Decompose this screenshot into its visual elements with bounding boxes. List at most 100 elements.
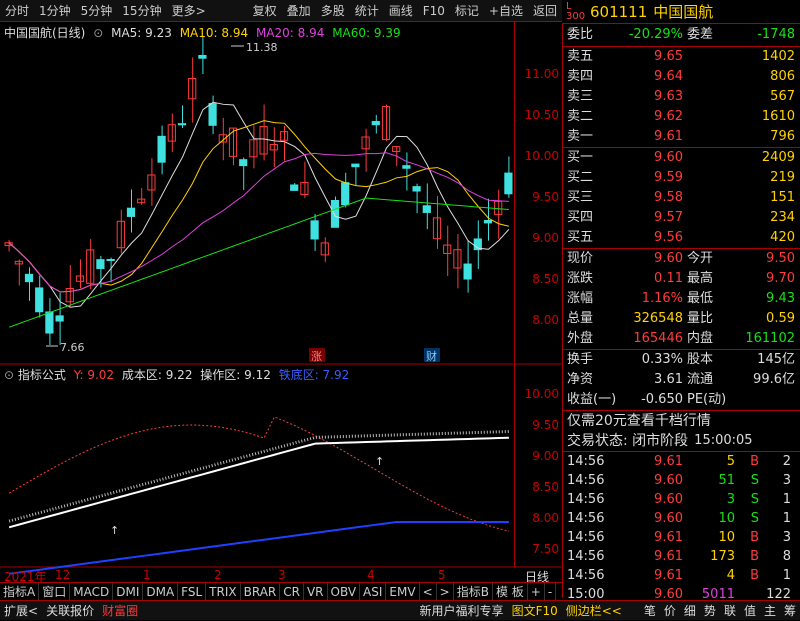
tick-side: B xyxy=(750,568,759,583)
tab-dmi[interactable]: DMI xyxy=(113,582,144,601)
candle xyxy=(351,163,360,168)
sell-row[interactable]: 卖一 9.61 796 xyxy=(563,127,800,147)
trade-state-row: 交易状态: 闭市阶段 15:00:05 xyxy=(563,431,800,451)
stat-value: 0.59 xyxy=(766,311,795,326)
event-marker-cai[interactable]: 财 xyxy=(424,348,440,363)
expand-button[interactable]: 扩展< xyxy=(0,601,42,621)
indicator-title[interactable]: 指标公式 xyxy=(18,368,66,382)
stat-row: 总量 326548 量比 0.59 xyxy=(563,309,800,329)
candle xyxy=(239,159,248,167)
scroll-right-button[interactable]: > xyxy=(437,582,454,601)
candle xyxy=(96,259,105,270)
collapse-icon[interactable]: ⊙ xyxy=(93,26,103,40)
candle xyxy=(45,311,54,334)
quote-panel: 委比 -20.29% 委差 -1748 卖五 9.65 1402 卖四 9.64 806 卖… xyxy=(562,24,800,602)
stat-label: 今开 xyxy=(687,251,714,266)
tab-cr[interactable]: CR xyxy=(280,582,304,601)
zoom-in-button[interactable]: + xyxy=(528,582,545,601)
chart-title-row: 中国国航(日线) ⊙ MA5: 9.23 MA10: 8.94 MA20: 8.… xyxy=(4,24,401,41)
y-tick: 9.00 xyxy=(532,231,559,245)
stat-value: 1.16% xyxy=(641,291,683,306)
wecha-value: -1748 xyxy=(757,27,795,42)
candle xyxy=(208,103,217,126)
indicator-cost-label: 成本区: 9.22 xyxy=(121,368,193,382)
sell-label: 卖二 xyxy=(567,109,594,124)
kline-chart[interactable]: 11.38 7.66 涨 财 ↑ ↑ xyxy=(0,0,562,600)
tick-time: 14:56 xyxy=(567,492,605,507)
tick-row: 14:56 9.60 51 S 3 xyxy=(563,471,800,490)
wecha-label: 委差 xyxy=(687,27,714,42)
tab-vr[interactable]: VR xyxy=(304,582,328,601)
tab-obv[interactable]: OBV xyxy=(328,582,361,601)
tick-side: B xyxy=(750,549,759,564)
stat-row: 收益(一) -0.650 PE(动) xyxy=(563,390,800,410)
f10-button[interactable]: 图文F10 xyxy=(508,601,562,621)
buy-row[interactable]: 买四 9.57 234 xyxy=(563,208,800,228)
quote-stats: 现价 9.60 今开 9.50 涨跌 0.11 最高 9.70 涨幅 1.16% 最低 9.43 总量 3… xyxy=(563,249,800,349)
tick-count: 8 xyxy=(782,549,791,564)
promo-text[interactable]: 仅需20元查看千档行情 xyxy=(563,411,711,431)
candle xyxy=(463,263,472,280)
sell-row[interactable]: 卖五 9.65 1402 xyxy=(563,47,800,67)
sell-row[interactable]: 卖三 9.63 567 xyxy=(563,87,800,107)
tab-window[interactable]: 窗口 xyxy=(39,582,71,601)
tab-asi[interactable]: ASI xyxy=(360,582,387,601)
buy-price: 9.57 xyxy=(654,210,683,225)
y-tick: 8.00 xyxy=(532,313,559,327)
stat-value: 99.6亿 xyxy=(753,372,795,387)
x-tick: 3 xyxy=(278,568,286,582)
stat-value: -0.650 xyxy=(641,392,683,407)
indicator-op-line xyxy=(8,436,509,529)
stat-value: 326548 xyxy=(633,311,683,326)
tick-volume: 51 xyxy=(718,473,735,488)
candle xyxy=(177,123,187,126)
stat-label: 涨跌 xyxy=(567,271,594,286)
tick-volume: 5 xyxy=(726,454,735,469)
wealth-circle-button[interactable]: 财富圈 xyxy=(98,601,142,621)
tick-price: 9.60 xyxy=(654,587,683,602)
y-axis: 11.00 10.50 10.00 9.50 9.00 8.50 8.00 10… xyxy=(514,22,562,584)
tab-template[interactable]: 模 板 xyxy=(493,582,528,601)
tick-side: B xyxy=(750,530,759,545)
stat-row: 现价 9.60 今开 9.50 xyxy=(563,249,800,269)
ma10-label: MA10: 8.94 xyxy=(179,26,249,40)
x-tick: 1 xyxy=(143,568,151,582)
event-marker-zhang[interactable]: 涨 xyxy=(309,348,325,363)
sell-label: 卖一 xyxy=(567,129,594,144)
y-tick: 11.00 xyxy=(524,67,559,81)
sell-row[interactable]: 卖四 9.64 806 xyxy=(563,67,800,87)
tab-fsl[interactable]: FSL xyxy=(178,582,207,601)
buy-volume: 420 xyxy=(770,230,795,245)
sell-row[interactable]: 卖二 9.62 1610 xyxy=(563,107,800,127)
tab-brar[interactable]: BRAR xyxy=(241,582,281,601)
buy-row[interactable]: 买二 9.59 219 xyxy=(563,168,800,188)
new-user-promo-link[interactable]: 新用户福利专享 xyxy=(416,601,508,621)
sell-volume: 1610 xyxy=(761,109,795,124)
tick-row: 14:56 9.60 3 S 1 xyxy=(563,490,800,509)
tab-indicator-b[interactable]: 指标B xyxy=(454,582,493,601)
trade-state-time: 15:00:05 xyxy=(694,433,753,448)
candle xyxy=(330,199,340,228)
tab-indicator-a[interactable]: 指标A xyxy=(0,582,40,601)
low-marker-text: 7.66 xyxy=(60,341,85,354)
quote-stats-2: 换手 0.33% 股本 145亿 净资 3.61 流通 99.6亿 收益(一) -0.650 PE(… xyxy=(563,350,800,410)
stat-row: 换手 0.33% 股本 145亿 xyxy=(563,350,800,370)
related-quote-button[interactable]: 关联报价 xyxy=(42,601,98,621)
tick-volume: 10 xyxy=(718,511,735,526)
zoom-out-button[interactable]: - xyxy=(545,582,557,601)
tab-macd[interactable]: MACD xyxy=(70,582,114,601)
stat-label: 涨幅 xyxy=(567,291,594,306)
tab-emv[interactable]: EMV xyxy=(386,582,420,601)
tab-dma[interactable]: DMA xyxy=(143,582,179,601)
tick-volume: 10 xyxy=(718,530,735,545)
stock-name: 中国国航 xyxy=(653,3,714,21)
collapse-icon[interactable]: ⊙ xyxy=(4,368,14,382)
buy-row[interactable]: 买五 9.56 420 xyxy=(563,228,800,248)
ind-y-tick: 7.50 xyxy=(532,542,559,556)
buy-row[interactable]: 买三 9.58 151 xyxy=(563,188,800,208)
buy-row[interactable]: 买一 9.60 2409 xyxy=(563,148,800,168)
promo-row[interactable]: 仅需20元查看千档行情 xyxy=(563,411,800,431)
tick-time: 14:56 xyxy=(567,473,605,488)
scroll-left-button[interactable]: < xyxy=(420,582,437,601)
tab-trix[interactable]: TRIX xyxy=(206,582,241,601)
